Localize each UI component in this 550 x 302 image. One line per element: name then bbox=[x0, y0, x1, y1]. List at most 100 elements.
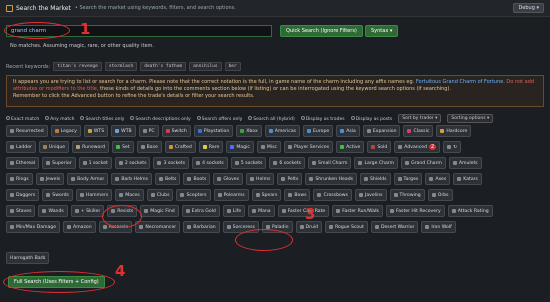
filter-chip-harrogath-barb[interactable]: Harrogath Barb bbox=[6, 252, 50, 264]
quick-search-button[interactable]: Quick Search (Ignore Filters) bbox=[280, 25, 363, 37]
filter-chip-attack-rating[interactable]: Attack Rating bbox=[447, 205, 493, 217]
filter-chip-hardcore[interactable]: Hardcore bbox=[436, 125, 472, 137]
filter-chip-runeword[interactable]: Runeword bbox=[72, 141, 110, 153]
debug-button[interactable]: Debug ▾ bbox=[513, 3, 544, 13]
filter-chip-orbs[interactable]: Orbs bbox=[427, 189, 453, 201]
recent-keyword[interactable]: death's fathom bbox=[140, 62, 187, 71]
filter-chip-daggers[interactable]: Daggers bbox=[6, 189, 40, 201]
filter-chip-grand-charm[interactable]: Grand Charm bbox=[401, 157, 446, 169]
filter-chip-axes[interactable]: Axes bbox=[425, 173, 451, 185]
option-descriptions-only[interactable]: Search descriptions only bbox=[130, 115, 191, 122]
filter-chip-xbox[interactable]: Xbox bbox=[236, 125, 262, 137]
filter-chip-crafted[interactable]: Crafted bbox=[164, 141, 196, 153]
filter-chip-clubs[interactable]: Clubs bbox=[146, 189, 174, 201]
option-display-posts[interactable]: Display as posts bbox=[350, 115, 392, 122]
filter-chip-advanced[interactable]: Advanced 2 bbox=[394, 141, 441, 153]
filter-chip-body-armor[interactable]: Body Armor bbox=[67, 173, 109, 185]
filter-chip-base[interactable]: Base bbox=[136, 141, 162, 153]
filter-chip-iron-wolf[interactable]: Iron Wolf bbox=[421, 221, 456, 233]
filter-chip-2-sockets[interactable]: 2 sockets bbox=[114, 157, 151, 169]
filter-chip-extra-gold[interactable]: Extra Gold bbox=[181, 205, 220, 217]
filter-chip-asia[interactable]: Asia bbox=[336, 125, 360, 137]
filter-chip-faster-run-walk[interactable]: Faster Run/Walk bbox=[332, 205, 384, 217]
option-exact-match[interactable]: Exact match bbox=[6, 115, 39, 122]
filter-chip-ladder[interactable]: Ladder bbox=[6, 141, 36, 153]
filter-chip-shields[interactable]: Shields bbox=[360, 173, 391, 185]
filter-chip-1-socket[interactable]: 1 socket bbox=[78, 157, 112, 169]
option-titles-only[interactable]: Search titles only bbox=[80, 115, 124, 122]
filter-chip-desert-warrior[interactable]: Desert Warrior bbox=[370, 221, 419, 233]
filter-chip-spears[interactable]: Spears bbox=[251, 189, 282, 201]
filter-chip-life[interactable]: Life bbox=[222, 205, 246, 217]
filter-chip-wtb[interactable]: WTB bbox=[111, 125, 136, 137]
filter-chip-americas[interactable]: Americas bbox=[264, 125, 301, 137]
filter-chip-barb-helms[interactable]: Barb Helms bbox=[111, 173, 152, 185]
filter-chip-superior[interactable]: Superior bbox=[42, 157, 76, 169]
syntax-button[interactable]: Syntax ▾ bbox=[365, 25, 399, 37]
recent-keyword[interactable]: titan's revenge bbox=[53, 62, 102, 71]
filter-chip-mana[interactable]: Mana bbox=[248, 205, 275, 217]
filter-chip-jewels[interactable]: Jewels bbox=[35, 173, 65, 185]
filter-chip-expansion[interactable]: Expansion bbox=[362, 125, 401, 137]
filter-chip-scepters[interactable]: Scepters bbox=[176, 189, 211, 201]
filter-chip-throwing[interactable]: Throwing bbox=[389, 189, 425, 201]
filter-chip-gloves[interactable]: Gloves bbox=[213, 173, 244, 185]
filter-chip-large-charm[interactable]: Large Charm bbox=[354, 157, 399, 169]
filter-chip-rogue-scout[interactable]: Rogue Scout bbox=[325, 221, 368, 233]
filter-chip-belts[interactable]: Belts bbox=[155, 173, 181, 185]
filter-chip-skiller[interactable]: + Skiller bbox=[70, 205, 105, 217]
filter-chip-hammers[interactable]: Hammers bbox=[75, 189, 113, 201]
filter-chip-wands[interactable]: Wands bbox=[38, 205, 68, 217]
filter-chip-pc[interactable]: PC bbox=[138, 125, 159, 137]
filter-chip-set[interactable]: Set bbox=[112, 141, 134, 153]
filter-chip-magic-find[interactable]: Magic Find bbox=[140, 205, 179, 217]
filter-chip-faster-hit-recovery[interactable]: Faster Hit Recovery bbox=[386, 205, 445, 217]
filter-chip-pelts[interactable]: Pelts bbox=[277, 173, 303, 185]
filter-chip-bows[interactable]: Bows bbox=[284, 189, 311, 201]
recent-keyword[interactable]: annihilus bbox=[189, 62, 222, 71]
filter-chip-necromancer[interactable]: Necromancer bbox=[135, 221, 181, 233]
filter-chip-resurrected[interactable]: Resurrected bbox=[6, 125, 48, 137]
filter-chip-unique[interactable]: Unique bbox=[38, 141, 70, 153]
option-offers-only[interactable]: Search offers only bbox=[196, 115, 242, 122]
filter-chip-boots[interactable]: Boots bbox=[183, 173, 211, 185]
option-display-trades[interactable]: Display as trades bbox=[300, 115, 345, 122]
filter-chip-europe[interactable]: Europe bbox=[303, 125, 334, 137]
filter-chip-javelins[interactable]: Javelins bbox=[354, 189, 387, 201]
filter-chip-crossbows[interactable]: Crossbows bbox=[313, 189, 352, 201]
filter-chip-barbarian[interactable]: Barbarian bbox=[183, 221, 220, 233]
recent-keyword[interactable]: stormlash bbox=[104, 62, 138, 71]
filter-chip-rare[interactable]: Rare bbox=[198, 141, 224, 153]
filter-chip-faster-cast-rate[interactable]: Faster Cast Rate bbox=[277, 205, 330, 217]
recent-keyword[interactable]: ber bbox=[224, 62, 241, 71]
filter-chip-min-max-damage[interactable]: Min/Max Damage bbox=[6, 221, 61, 233]
filter-chip-small-charm[interactable]: Small Charm bbox=[308, 157, 352, 169]
filter-chip-playstation[interactable]: Playstation bbox=[193, 125, 234, 137]
filter-chip-[interactable]: ↻ bbox=[443, 141, 462, 153]
filter-chip-5-sockets[interactable]: 5 sockets bbox=[230, 157, 267, 169]
option-all-hybrid[interactable]: Search all (hybrid) bbox=[248, 115, 295, 122]
filter-chip-classic[interactable]: Classic bbox=[403, 125, 434, 137]
filter-chip-maces[interactable]: Maces bbox=[115, 189, 144, 201]
filter-chip-rings[interactable]: Rings bbox=[6, 173, 33, 185]
filter-chip-6-sockets[interactable]: 6 sockets bbox=[269, 157, 306, 169]
filter-chip-amazon[interactable]: Amazon bbox=[63, 221, 96, 233]
filter-chip-wts[interactable]: WTS bbox=[83, 125, 109, 137]
option-any-match[interactable]: Any match bbox=[45, 115, 74, 122]
filter-chip-helms[interactable]: Helms bbox=[246, 173, 275, 185]
filter-chip-polearms[interactable]: Polearms bbox=[213, 189, 249, 201]
sort-by-select[interactable]: Sort by trader ▾ bbox=[398, 114, 442, 123]
filter-chip-targes[interactable]: Targes bbox=[393, 173, 423, 185]
filter-chip-misc[interactable]: Misc bbox=[256, 141, 282, 153]
filter-chip-player-services[interactable]: Player Services bbox=[284, 141, 334, 153]
filter-chip-swords[interactable]: Swords bbox=[42, 189, 73, 201]
filter-chip-switch[interactable]: Switch bbox=[161, 125, 191, 137]
filter-chip-shrunken-heads[interactable]: Shrunken Heads bbox=[305, 173, 357, 185]
filter-chip-sold[interactable]: Sold bbox=[367, 141, 392, 153]
filter-chip-3-sockets[interactable]: 3 sockets bbox=[153, 157, 190, 169]
filter-chip-legacy[interactable]: Legacy bbox=[50, 125, 81, 137]
filter-chip-amulets[interactable]: Amulets bbox=[448, 157, 482, 169]
filter-chip-katars[interactable]: Katars bbox=[453, 173, 482, 185]
filter-chip-magic[interactable]: Magic bbox=[226, 141, 254, 153]
sorting-options-select[interactable]: Sorting options ▾ bbox=[447, 114, 494, 123]
